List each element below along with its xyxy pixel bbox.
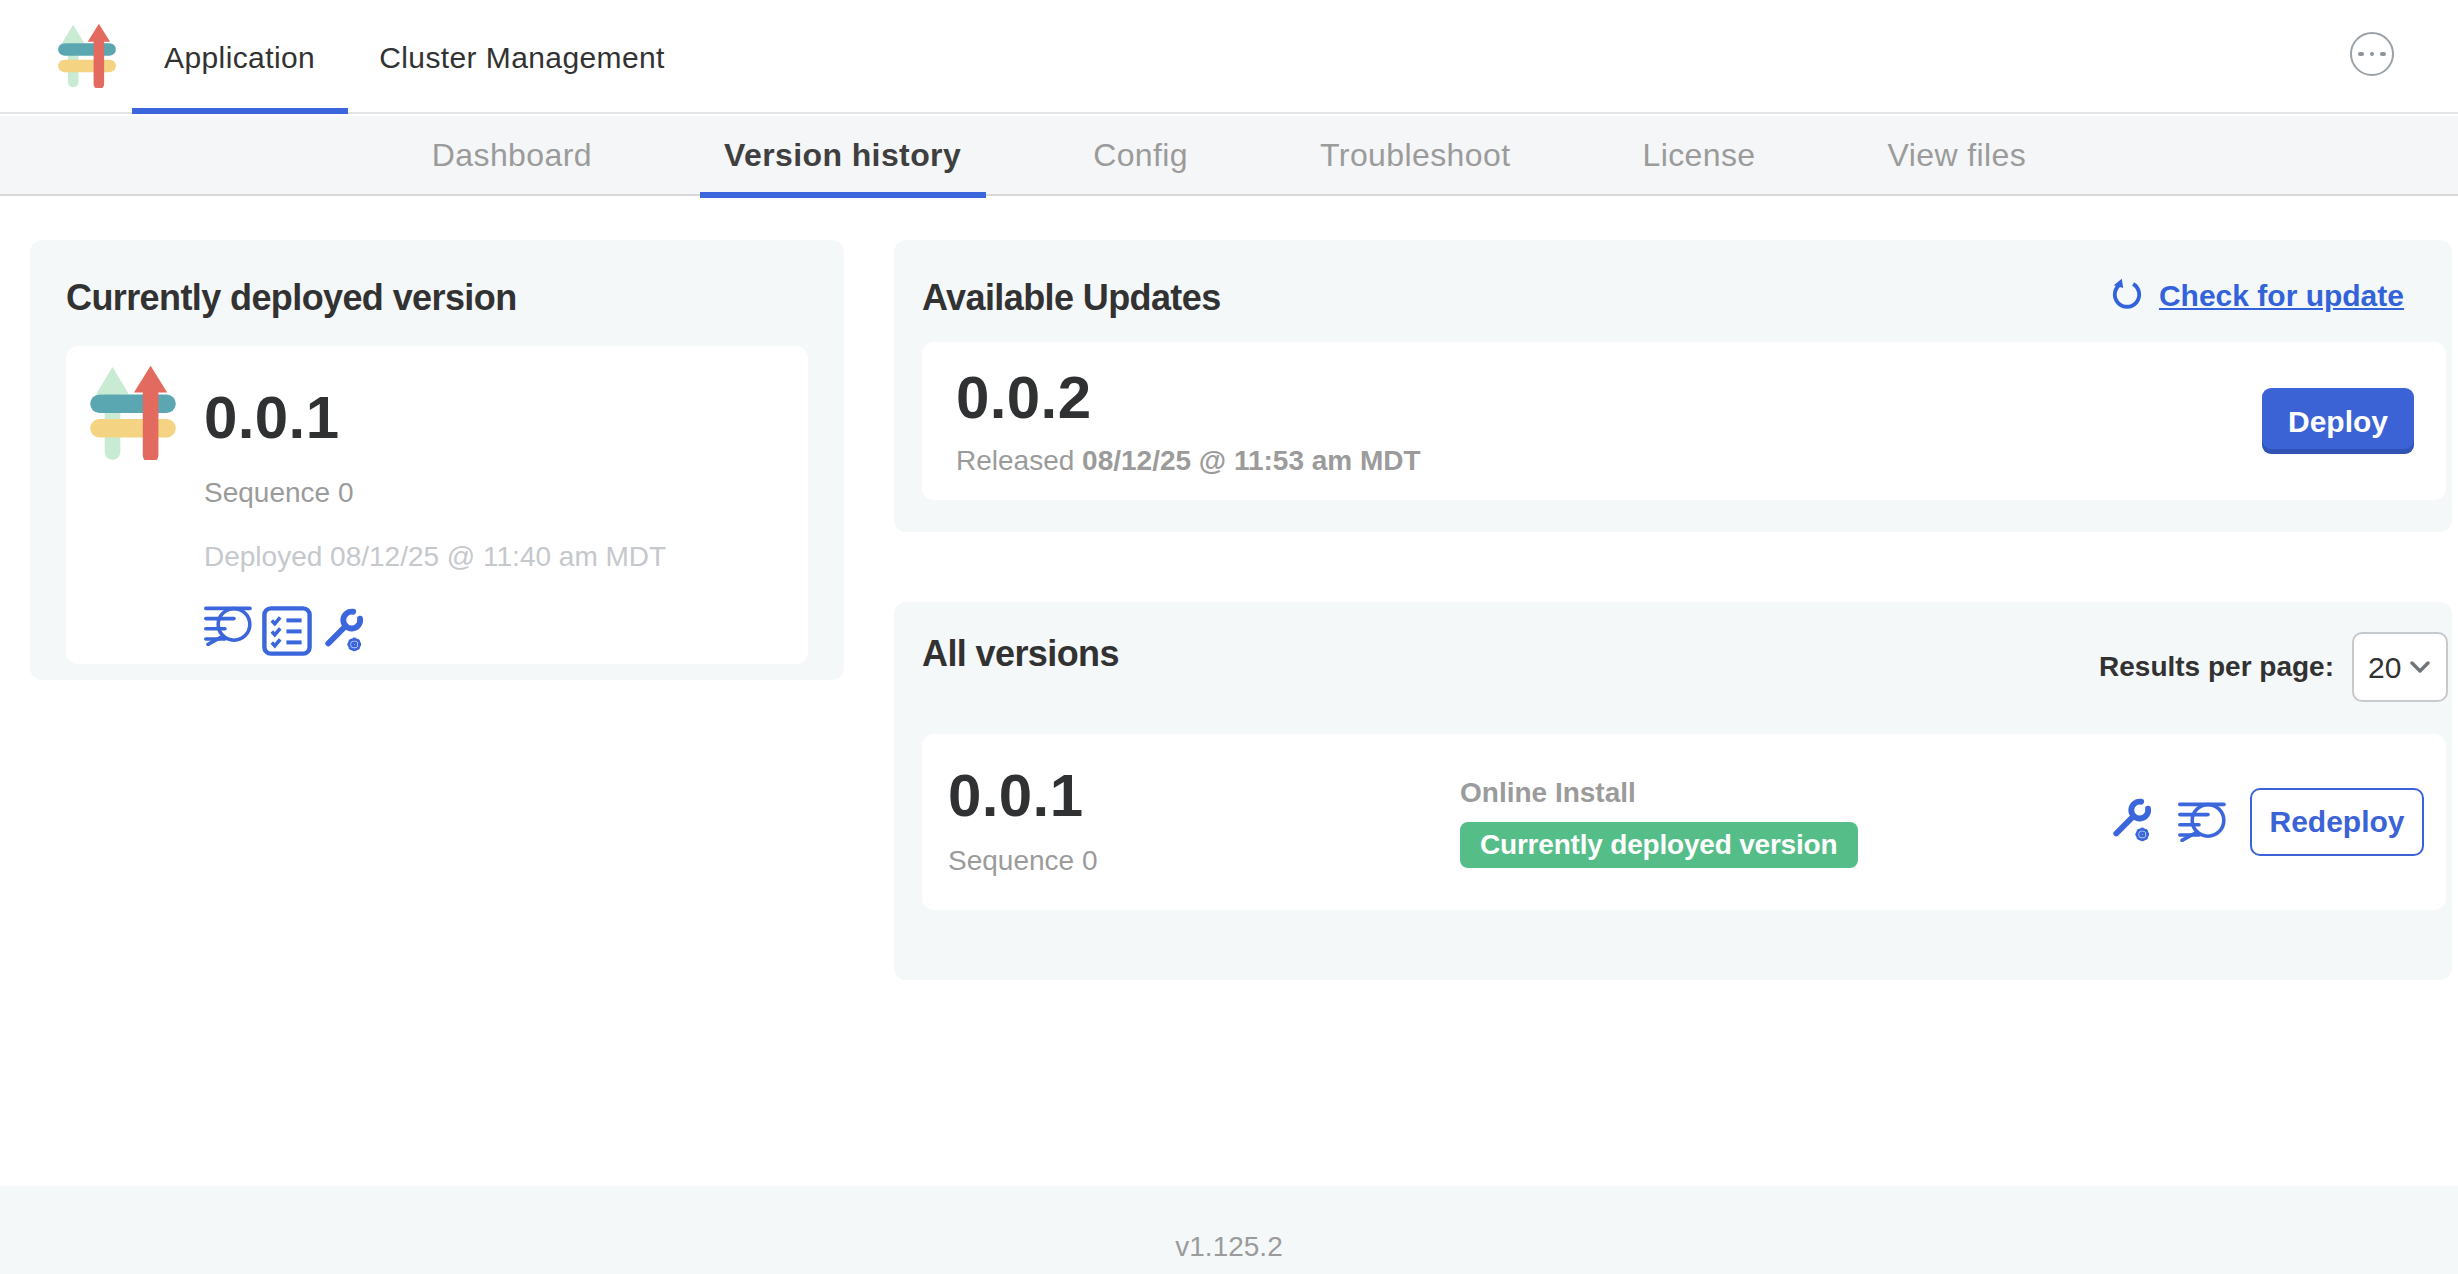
- edit-config-icon[interactable]: [322, 606, 366, 656]
- edit-config-icon[interactable]: [2110, 796, 2154, 846]
- all-versions-card: All versions Results per page: 20 0.0.1 …: [894, 602, 2452, 980]
- refresh-icon: [2111, 278, 2145, 312]
- check-for-update-link[interactable]: Check for update: [2111, 278, 2404, 312]
- update-released-timestamp: Released 08/12/25 @ 11:53 am MDT: [956, 443, 1421, 475]
- deployed-version-number: 0.0.1: [204, 388, 666, 448]
- tab-application[interactable]: Application: [132, 0, 347, 114]
- admin-console-page: Application Cluster Management Dashboard…: [0, 0, 2458, 1274]
- preflight-checks-icon[interactable]: [262, 606, 312, 656]
- deploy-button[interactable]: Deploy: [2262, 389, 2414, 454]
- currently-deployed-card: Currently deployed version 0.0.1 Sequenc…: [30, 240, 844, 680]
- deployed-version-panel: 0.0.1 Sequence 0 Deployed 08/12/25 @ 11:…: [66, 346, 808, 664]
- results-per-page-value: 20: [2368, 650, 2401, 684]
- all-versions-title: All versions: [922, 634, 1119, 676]
- app-subnav: Dashboard Version history Config Trouble…: [0, 116, 2458, 196]
- row-version-number: 0.0.1: [948, 766, 1460, 826]
- tab-version-history[interactable]: Version history: [700, 116, 985, 196]
- available-updates-title: Available Updates: [922, 278, 1221, 320]
- top-bar: Application Cluster Management: [0, 0, 2458, 114]
- deployed-sequence: Sequence 0: [204, 476, 666, 508]
- deployed-timestamp: Deployed 08/12/25 @ 11:40 am MDT: [204, 540, 666, 572]
- app-logo-icon: [90, 364, 176, 460]
- tab-troubleshoot[interactable]: Troubleshoot: [1296, 116, 1534, 196]
- tab-config[interactable]: Config: [1069, 116, 1212, 196]
- version-row: 0.0.1 Sequence 0 Online Install Currentl…: [922, 733, 2446, 909]
- available-update-row: 0.0.2 Released 08/12/25 @ 11:53 am MDT D…: [922, 342, 2446, 500]
- tab-license[interactable]: License: [1618, 116, 1779, 196]
- console-version: v1.125.2: [1175, 1230, 1282, 1262]
- update-version-number: 0.0.2: [956, 367, 1421, 427]
- deployed-card-title: Currently deployed version: [66, 278, 808, 320]
- tab-view-files[interactable]: View files: [1864, 116, 2051, 196]
- top-nav: Application Cluster Management: [132, 0, 697, 114]
- available-updates-card: Available Updates Check for update 0.0.2…: [894, 240, 2452, 532]
- chevron-down-icon: [2410, 660, 2430, 674]
- view-logs-icon[interactable]: [2178, 801, 2226, 841]
- results-per-page-select[interactable]: 20: [2352, 632, 2448, 701]
- currently-deployed-badge: Currently deployed version: [1460, 821, 1857, 867]
- tab-cluster-management[interactable]: Cluster Management: [347, 0, 697, 114]
- view-logs-icon[interactable]: [204, 606, 252, 646]
- tab-dashboard[interactable]: Dashboard: [408, 116, 616, 196]
- redeploy-button[interactable]: Redeploy: [2250, 787, 2424, 855]
- install-type: Online Install: [1460, 775, 1857, 807]
- more-options-button[interactable]: [2350, 32, 2394, 76]
- app-logo-icon: [58, 22, 116, 88]
- results-per-page-label: Results per page:: [2099, 651, 2334, 683]
- row-sequence: Sequence 0: [948, 844, 1460, 876]
- check-for-update-label: Check for update: [2159, 278, 2404, 312]
- footer: v1.125.2: [0, 1186, 2458, 1274]
